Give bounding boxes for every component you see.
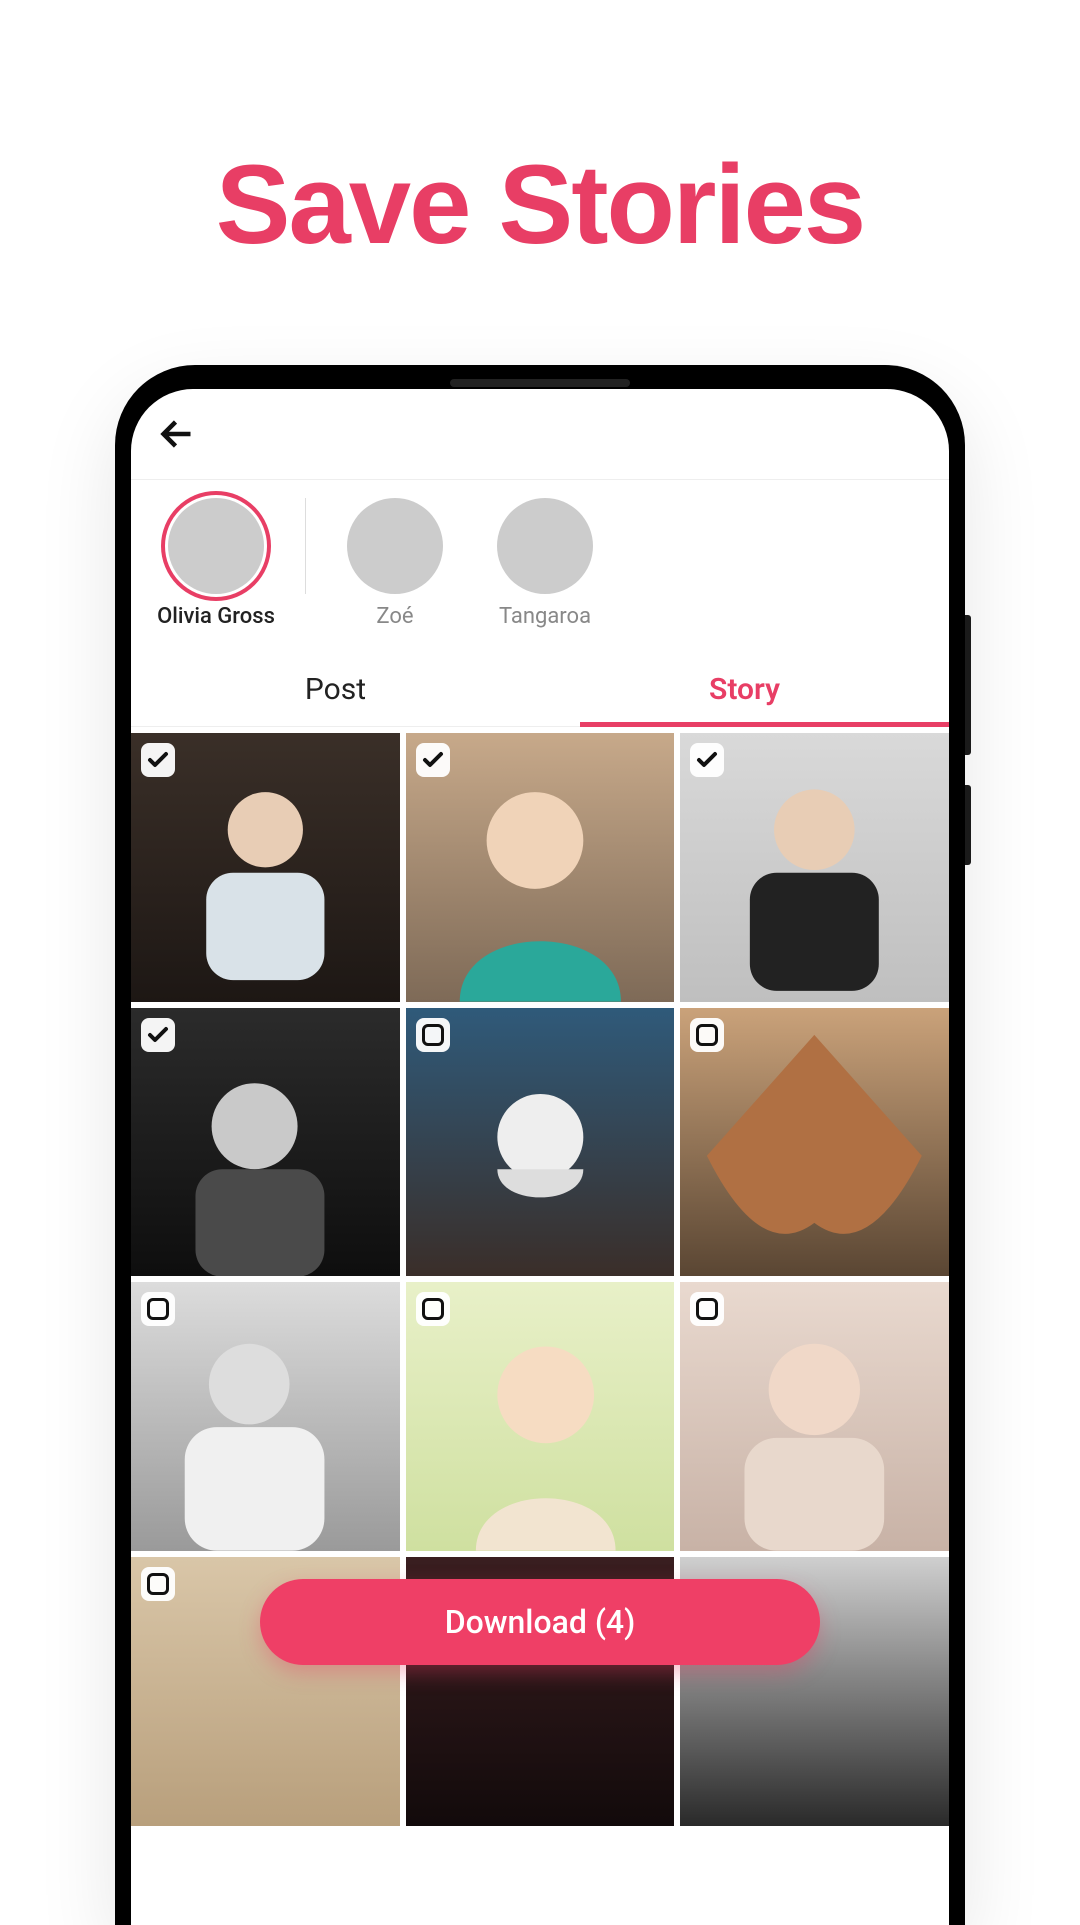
select-checkbox[interactable] xyxy=(141,1018,175,1052)
divider-vertical xyxy=(305,498,306,594)
select-checkbox[interactable] xyxy=(416,1292,450,1326)
select-checkbox[interactable] xyxy=(141,743,175,777)
story-tile[interactable] xyxy=(680,1008,949,1277)
tabs: Post Story xyxy=(131,653,949,727)
select-checkbox[interactable] xyxy=(141,1567,175,1601)
topbar xyxy=(131,389,949,479)
phone-frame: Olivia Gross Zoé Tangaroa Post Story xyxy=(115,365,965,1925)
avatar xyxy=(497,498,593,594)
hero-title: Save Stories xyxy=(0,140,1080,269)
story-tile[interactable] xyxy=(406,733,675,1002)
select-checkbox[interactable] xyxy=(690,1292,724,1326)
story-tile[interactable] xyxy=(131,733,400,1002)
tab-post[interactable]: Post xyxy=(131,653,540,726)
select-checkbox[interactable] xyxy=(690,1018,724,1052)
avatar xyxy=(347,498,443,594)
avatar xyxy=(168,498,264,594)
phone-side-button xyxy=(965,785,971,865)
select-checkbox[interactable] xyxy=(690,743,724,777)
story-tile[interactable] xyxy=(406,1282,675,1551)
story-tile[interactable] xyxy=(406,1008,675,1277)
download-button[interactable]: Download (4) xyxy=(260,1579,820,1665)
select-checkbox[interactable] xyxy=(416,1018,450,1052)
app-screen: Olivia Gross Zoé Tangaroa Post Story xyxy=(131,389,949,1925)
story-tile[interactable] xyxy=(680,1282,949,1551)
user-item-tangaroa[interactable]: Tangaroa xyxy=(470,498,620,629)
user-item-olivia[interactable]: Olivia Gross xyxy=(141,498,291,629)
user-name: Zoé xyxy=(376,604,413,629)
users-row[interactable]: Olivia Gross Zoé Tangaroa xyxy=(131,480,949,653)
phone-side-button xyxy=(965,615,971,755)
arrow-left-icon xyxy=(159,416,195,452)
story-tile[interactable] xyxy=(131,1282,400,1551)
select-checkbox[interactable] xyxy=(416,743,450,777)
user-name: Olivia Gross xyxy=(157,604,275,629)
back-button[interactable] xyxy=(155,412,199,456)
user-name: Tangaroa xyxy=(499,604,591,629)
tab-story[interactable]: Story xyxy=(540,653,949,726)
select-checkbox[interactable] xyxy=(141,1292,175,1326)
story-tile[interactable] xyxy=(680,733,949,1002)
user-item-zoe[interactable]: Zoé xyxy=(320,498,470,629)
story-tile[interactable] xyxy=(131,1008,400,1277)
